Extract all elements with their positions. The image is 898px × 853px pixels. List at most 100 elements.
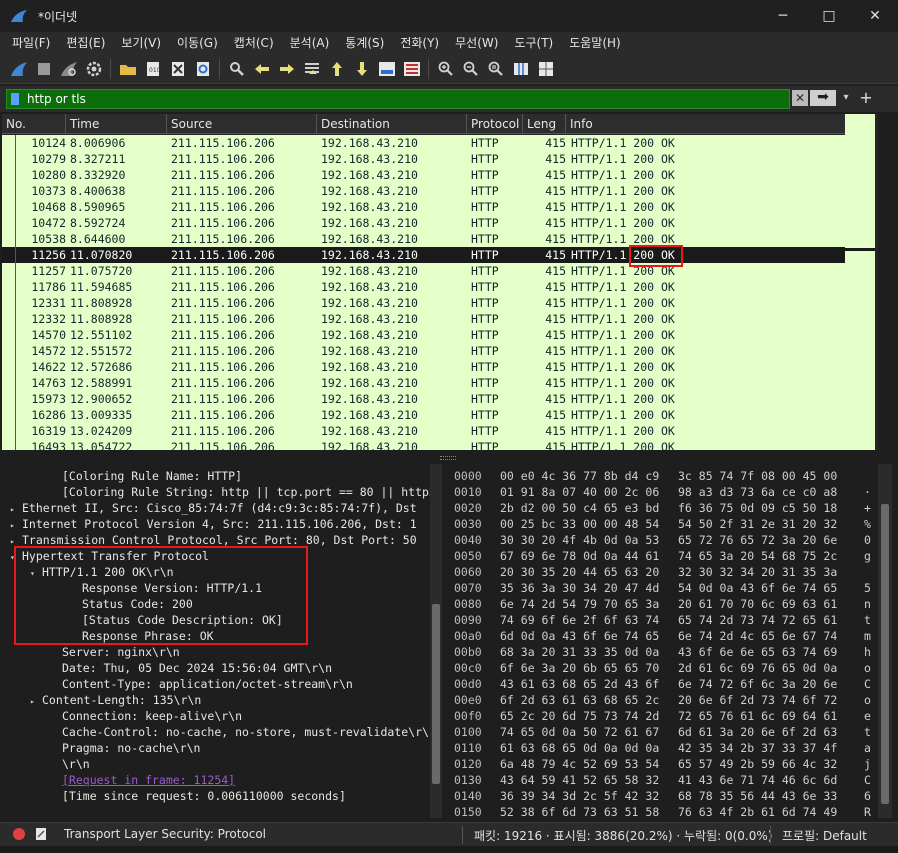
packet-row[interactable]: 11256 11.070820 211.115.106.206 192.168.43.…: [2, 247, 845, 263]
hex-row[interactable]: 00d0 43 61 63 68 65 2d 43 6f 6e 74 72 6f 6…: [444, 676, 878, 692]
menu-edit[interactable]: 편집(E): [58, 32, 113, 54]
last-packet-icon[interactable]: [351, 58, 373, 80]
reload-file-icon[interactable]: [192, 58, 214, 80]
detail-tree-item[interactable]: [Time since request: 0.006110000 seconds…: [50, 788, 346, 804]
hex-row[interactable]: 00c0 6f 6e 3a 20 6b 65 65 70 2d 61 6c 69 7…: [444, 660, 878, 676]
details-scrollbar[interactable]: [430, 464, 442, 818]
detail-tree-item[interactable]: Cache-Control: no-cache, no-store, must-…: [50, 724, 430, 740]
packet-row[interactable]: 12331 11.808928 211.115.106.206 192.168.43.…: [2, 295, 845, 311]
capture-status-icon[interactable]: [13, 828, 25, 840]
packet-row[interactable]: 11786 11.594685 211.115.106.206 192.168.43.…: [2, 279, 845, 295]
expand-arrow-icon[interactable]: ▸: [30, 694, 42, 710]
menu-capture[interactable]: 캡처(C): [226, 32, 282, 54]
packet-row[interactable]: 10124 8.006906 211.115.106.206 192.168.43.2…: [2, 135, 845, 151]
packet-row[interactable]: 14763 12.588991 211.115.106.206 192.168.43.…: [2, 375, 845, 391]
filter-bookmark-icon[interactable]: [11, 93, 19, 105]
apply-filter-arrow-icon[interactable]: ➡: [810, 90, 836, 106]
packet-list-intelligent-scrollbar[interactable]: [845, 114, 875, 450]
layout-icon[interactable]: [535, 58, 557, 80]
zoom-in-icon[interactable]: [435, 58, 457, 80]
open-folder-icon[interactable]: [117, 58, 139, 80]
column-header-info[interactable]: Info: [566, 114, 845, 134]
packet-row[interactable]: 10538 8.644600 211.115.106.206 192.168.43.2…: [2, 231, 845, 247]
column-header-destination[interactable]: Destination: [317, 114, 467, 134]
first-packet-icon[interactable]: [326, 58, 348, 80]
zoom-out-icon[interactable]: [460, 58, 482, 80]
go-back-arrow-icon[interactable]: [251, 58, 273, 80]
packet-row[interactable]: 10472 8.592724 211.115.106.206 192.168.43.2…: [2, 215, 845, 231]
menu-go[interactable]: 이동(G): [169, 32, 226, 54]
maximize-button[interactable]: □: [806, 0, 852, 32]
packet-row[interactable]: 14570 12.551102 211.115.106.206 192.168.43.…: [2, 327, 845, 343]
find-packet-icon[interactable]: [226, 58, 248, 80]
detail-tree-item[interactable]: Content-Type: application/octet-stream\r…: [50, 676, 353, 692]
packet-row[interactable]: 15973 12.900652 211.115.106.206 192.168.43.…: [2, 391, 845, 407]
detail-tree-item[interactable]: Server: nginx\r\n: [50, 644, 180, 660]
column-header-protocol[interactable]: Protocol: [467, 114, 523, 134]
close-button[interactable]: ✕: [852, 0, 898, 32]
detail-tree-item[interactable]: ▸ Ethernet II, Src: Cisco_85:74:7f (d4:c9…: [10, 500, 417, 516]
save-file-icon[interactable]: 010: [142, 58, 164, 80]
detail-tree-item[interactable]: ▸ Content-Length: 135\r\n: [30, 692, 201, 708]
detail-tree-item[interactable]: [Coloring Rule String: http || tcp.port …: [50, 484, 430, 500]
menu-wireless[interactable]: 무선(W): [447, 32, 506, 54]
status-profile[interactable]: 프로필: Default: [782, 827, 867, 844]
hex-row[interactable]: 0100 74 65 0d 0a 50 72 61 67 6d 61 3a 20 6…: [444, 724, 878, 740]
hex-row[interactable]: 0120 6a 48 79 4c 52 69 53 54 65 57 49 2b 5…: [444, 756, 878, 772]
hex-row[interactable]: 00b0 68 3a 20 31 33 35 0d 0a 43 6f 6e 6e 6…: [444, 644, 878, 660]
hex-row[interactable]: 0150 52 38 6f 6d 73 63 51 58 76 63 4f 2b 6…: [444, 804, 878, 818]
column-header-time[interactable]: Time: [66, 114, 167, 134]
hex-row[interactable]: 0000 00 e0 4c 36 77 8b d4 c9 3c 85 74 7f 0…: [444, 468, 878, 484]
hex-row[interactable]: 0010 01 91 8a 07 40 00 2c 06 98 a3 d3 73 6…: [444, 484, 878, 500]
hex-row[interactable]: 0020 2b d2 00 50 c4 65 e3 bd f6 36 75 0d 0…: [444, 500, 878, 516]
go-to-packet-icon[interactable]: [301, 58, 323, 80]
close-file-icon[interactable]: [167, 58, 189, 80]
menu-statistics[interactable]: 통계(S): [337, 32, 392, 54]
stop-capture-icon[interactable]: [33, 58, 55, 80]
hex-row[interactable]: 0140 36 39 34 3d 2c 5f 42 32 68 78 35 56 4…: [444, 788, 878, 804]
menu-telephony[interactable]: 전화(Y): [392, 32, 447, 54]
filter-history-dropdown-icon[interactable]: ▾: [840, 90, 852, 106]
packet-row[interactable]: 10279 8.327211 211.115.106.206 192.168.43.2…: [2, 151, 845, 167]
hex-row[interactable]: 00e0 6f 2d 63 61 63 68 65 2c 20 6e 6f 2d 7…: [444, 692, 878, 708]
hex-row[interactable]: 0070 35 36 3a 30 34 20 47 4d 54 0d 0a 43 6…: [444, 580, 878, 596]
detail-tree-item[interactable]: Connection: keep-alive\r\n: [50, 708, 242, 724]
packet-row[interactable]: 16286 13.009335 211.115.106.206 192.168.43.…: [2, 407, 845, 423]
detail-tree-item[interactable]: [Request in frame: 11254]: [50, 772, 235, 788]
hex-row[interactable]: 0110 61 63 68 65 0d 0a 0d 0a 42 35 34 2b 3…: [444, 740, 878, 756]
clear-filter-icon[interactable]: ✕: [792, 90, 808, 106]
menu-file[interactable]: 파일(F): [4, 32, 58, 54]
packet-row[interactable]: 11257 11.075720 211.115.106.206 192.168.43.…: [2, 263, 845, 279]
column-header-source[interactable]: Source: [167, 114, 317, 134]
hex-row[interactable]: 00a0 6d 0d 0a 43 6f 6e 74 65 6e 74 2d 4c 6…: [444, 628, 878, 644]
minimize-button[interactable]: ─: [760, 0, 806, 32]
packet-row[interactable]: 10280 8.332920 211.115.106.206 192.168.43.2…: [2, 167, 845, 183]
pane-splitter[interactable]: [0, 452, 898, 464]
menu-view[interactable]: 보기(V): [113, 32, 169, 54]
zoom-reset-icon[interactable]: [485, 58, 507, 80]
menu-analyze[interactable]: 분석(A): [282, 32, 338, 54]
column-header-no[interactable]: No.: [2, 114, 66, 134]
resize-columns-icon[interactable]: [510, 58, 532, 80]
detail-tree-item[interactable]: [Coloring Rule Name: HTTP]: [50, 468, 242, 484]
column-header-length[interactable]: Leng: [523, 114, 566, 134]
hex-row[interactable]: 0050 67 69 6e 78 0d 0a 44 61 74 65 3a 20 5…: [444, 548, 878, 564]
packet-row[interactable]: 10373 8.400638 211.115.106.206 192.168.43.2…: [2, 183, 845, 199]
autoscroll-icon[interactable]: [376, 58, 398, 80]
packet-row[interactable]: 12332 11.808928 211.115.106.206 192.168.43.…: [2, 311, 845, 327]
packet-row[interactable]: 10468 8.590965 211.115.106.206 192.168.43.2…: [2, 199, 845, 215]
hex-row[interactable]: 0080 6e 74 2d 54 79 70 65 3a 20 61 70 70 6…: [444, 596, 878, 612]
hex-row[interactable]: 0130 43 64 59 41 52 65 58 32 41 43 6e 71 7…: [444, 772, 878, 788]
packet-row[interactable]: 16319 13.024209 211.115.106.206 192.168.43.…: [2, 423, 845, 439]
display-filter-field[interactable]: [6, 89, 790, 109]
details-scroll-thumb[interactable]: [432, 604, 440, 784]
colorize-icon[interactable]: [401, 58, 423, 80]
detail-tree-item[interactable]: Pragma: no-cache\r\n: [50, 740, 200, 756]
capture-comment-icon[interactable]: [35, 827, 47, 841]
hex-row[interactable]: 0040 30 30 20 4f 4b 0d 0a 53 65 72 76 65 7…: [444, 532, 878, 548]
hex-row[interactable]: 0030 00 25 bc 33 00 00 48 54 54 50 2f 31 2…: [444, 516, 878, 532]
go-forward-arrow-icon[interactable]: [276, 58, 298, 80]
capture-options-gear-icon[interactable]: [83, 58, 105, 80]
bytes-scrollbar[interactable]: [878, 464, 892, 818]
menu-tools[interactable]: 도구(T): [506, 32, 561, 54]
